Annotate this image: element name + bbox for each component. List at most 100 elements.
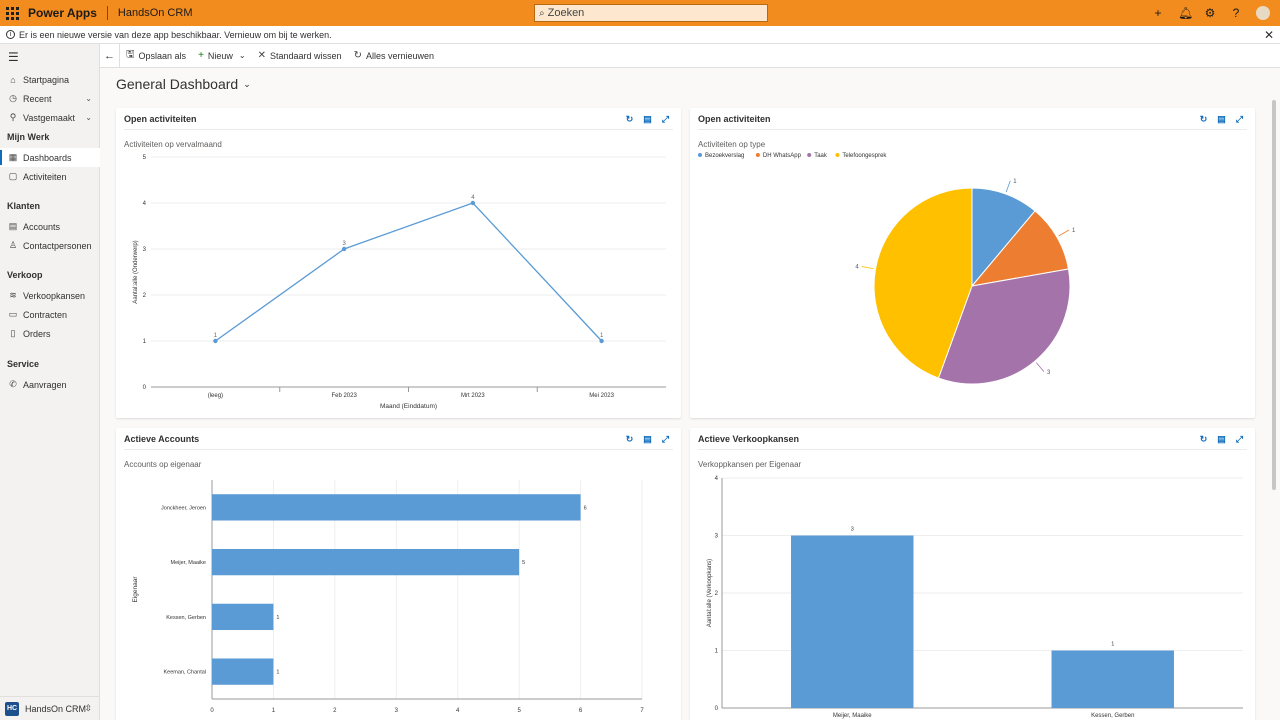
plus-icon[interactable]: + [1152,6,1164,20]
leader-line [1005,180,1011,193]
building-icon: ▤ [8,221,18,231]
area-label: HandsOn CRM [25,703,87,714]
sidebar-item-startpagina[interactable]: ⌂ Startpagina [0,70,100,89]
bar [791,535,914,708]
data-label: 3 [342,241,346,247]
sidebar-item-orders[interactable]: ▯ Orders [0,324,100,343]
vertical-bar-chart: 0 1 2 3 4 3 Meijer, Maaike 1 Kessen, Gerben Aanta… [707,476,1243,719]
sidebar-item-label: Recent [23,93,52,104]
sidebar-item-contactpersonen[interactable]: ♙ Contactpersonen [0,236,100,255]
nav-group-title: Verkoop [7,270,43,280]
y-tick-label: 4 [143,201,147,207]
legend-swatch [807,153,812,157]
sidebar-item-contracten[interactable]: ▭ Contracten [0,305,100,324]
y-tick-label: 1 [715,649,719,655]
card-open-activiteiten-line: Open activiteiten ↻ ▤ ⤢ Activiteiten op … [116,108,681,418]
sidebar-item-aanvragen[interactable]: ✆ Aanvragen [0,375,100,394]
pie-chart: Bezoekverslag DH WhatsApp Taak Telefoongesp… [698,153,1076,385]
bar [212,494,581,521]
activity-icon: ▢ [8,171,18,181]
bell-icon[interactable]: 🔔︎ [1178,6,1193,20]
app-launcher-button[interactable] [0,0,24,26]
nav-group-title: Mijn Werk [7,132,50,142]
scrollbar[interactable] [1272,100,1276,490]
close-icon[interactable]: ✕ [1264,28,1274,42]
close-icon: ✕ [257,50,267,61]
sidebar-item-activiteiten[interactable]: ▢ Activiteiten [0,167,100,186]
sidebar-item-label: Contactpersonen [23,240,92,251]
bar [1051,650,1174,708]
y-tick-label: 0 [143,385,147,391]
new-label: Nieuw [207,50,233,61]
bar [212,548,520,576]
card-actieve-accounts: Actieve Accounts ↻ ▤ ⤢ Accounts op eigen… [116,428,681,720]
x-tick-label: 0 [210,708,214,714]
update-notice: i Er is een nieuwe versie van deze app b… [0,26,1280,44]
refresh-all-button[interactable]: ↻ Alles vernieuwen [348,44,440,68]
data-label: 4 [471,195,475,201]
y-axis-label: Aantal:alle (Verkoopkans) [707,559,713,627]
sidebar-item-dashboards[interactable]: ▦ Dashboards [0,148,100,167]
data-point [213,338,218,344]
legend-item: Telefoongesprek [842,153,887,159]
sidebar-item-accounts[interactable]: ▤ Accounts [0,217,100,236]
x-tick-label: 4 [456,708,460,714]
sidebar-item-label: Vastgemaakt [23,112,75,123]
x-tick-label: 2 [333,708,337,714]
x-tick-label: 6 [579,708,583,714]
back-button[interactable]: ← [100,43,120,68]
person-icon: ♙ [8,240,18,250]
y-tick-label: Meijer, Maaike [171,560,206,566]
y-axis-label: Aantal:alle (Onderwerp) [133,240,139,303]
legend-item: DH WhatsApp [763,153,802,159]
search-icon: ⌕ [539,7,545,19]
clear-default-button[interactable]: ✕ Standaard wissen [252,44,348,68]
dashboard-selector[interactable]: General Dashboard ⌄ [116,76,251,92]
refresh-icon: ↻ [353,50,362,61]
save-as-button[interactable]: 🖫︎ Opslaan als [120,44,192,68]
y-tick-label: 3 [143,247,147,253]
y-tick-label: 0 [715,706,719,712]
nav-group-title: Klanten [7,201,41,211]
page-title: General Dashboard [116,76,239,92]
chevron-down-icon[interactable]: ⌄ [239,51,246,60]
save-icon: 🖫︎ [126,49,135,60]
data-label: 1 [600,333,604,339]
search-input[interactable]: ⌕ Zoeken [534,4,768,22]
y-tick-label: Kessen, Gerben [166,615,206,621]
data-label: 1 [1111,642,1114,648]
sidebar-item-label: Orders [23,328,51,339]
help-icon[interactable]: ? [1230,6,1242,20]
sidebar-item-label: Dashboards [23,152,72,163]
leader-line [1058,229,1070,237]
area-switcher[interactable]: HC HandsOn CRM ⇳ [0,696,100,720]
card-actieve-verkoopkansen: Actieve Verkoopkansen ↻ ▤ ⤢ Verkoppkanse… [690,428,1255,720]
hamburger-icon[interactable]: ☰ [0,44,99,70]
data-point [470,200,476,206]
data-label: 3 [851,527,854,533]
app-name[interactable]: HandsOn CRM [118,7,193,19]
sidebar-item-label: Accounts [23,221,61,232]
sidebar-item-vastgemaakt[interactable]: ⚲ Vastgemaakt ⌄ [0,108,100,127]
data-label: 1 [276,670,279,676]
document-icon: ▭ [8,309,18,319]
sidebar: ☰ ⌂ Startpagina ◷ Recent ⌄ ⚲ Vastgemaakt… [0,44,100,720]
new-button[interactable]: + Nieuw ⌄ [192,44,252,68]
sidebar-item-verkoopkansen[interactable]: ≋ Verkoopkansen [0,286,100,305]
sidebar-item-recent[interactable]: ◷ Recent ⌄ [0,89,100,108]
info-icon: i [6,30,15,39]
gear-icon[interactable]: ⚙ [1204,6,1216,20]
x-tick-label: 1 [272,708,276,714]
chevron-down-icon[interactable]: ⌄ [85,94,92,103]
bar [212,603,274,631]
x-tick-label: 3 [395,708,399,714]
brand-name[interactable]: Power Apps [28,6,97,20]
home-icon: ⌂ [10,74,16,85]
avatar[interactable] [1256,6,1270,20]
chevron-down-icon[interactable]: ⌄ [85,113,92,122]
sidebar-item-label: Contracten [23,309,68,320]
x-tick-label: (leeg) [208,393,223,399]
line-chart: 0 1 2 3 4 5 (leeg) Feb 2023 Mrt 2023 Mei 2023 1 3 4 1… [133,155,666,410]
x-tick-label: Kessen, Gerben [1091,713,1134,719]
clock-icon: ◷ [9,93,17,103]
